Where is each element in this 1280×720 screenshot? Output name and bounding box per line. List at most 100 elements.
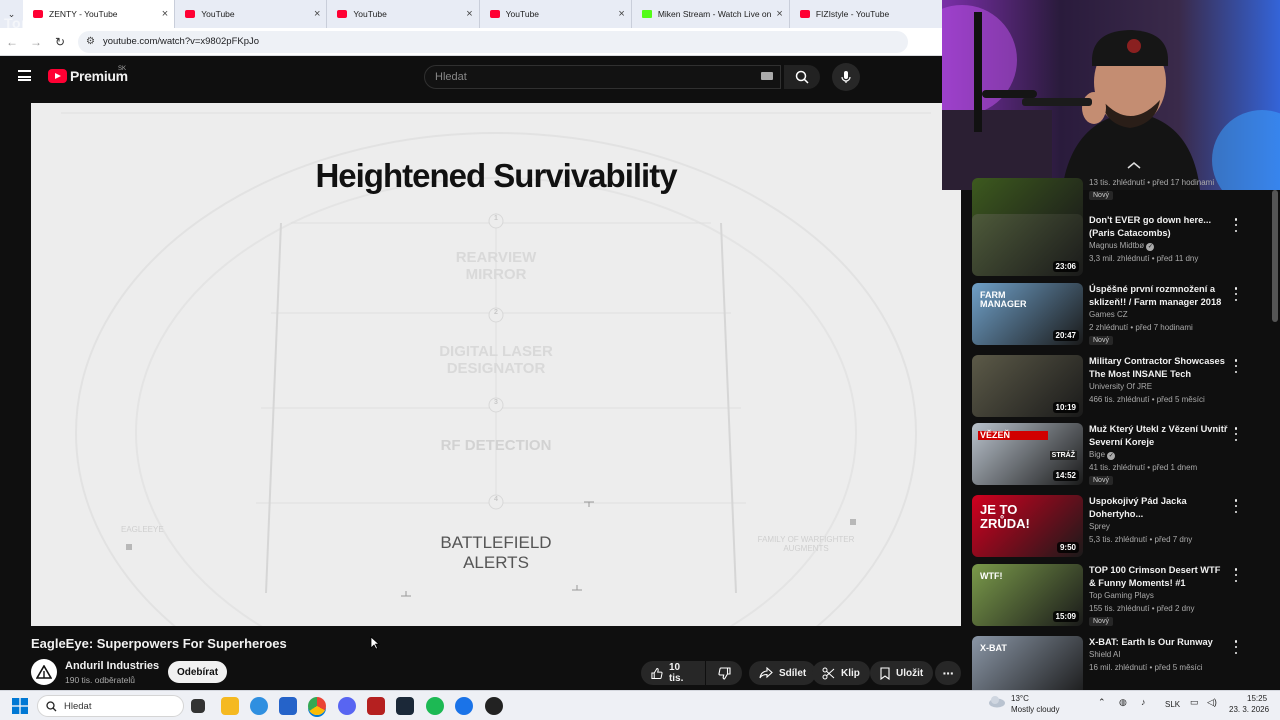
more-options-icon[interactable] [1230,359,1242,373]
display-icon[interactable]: ▭ [1190,697,1199,708]
close-icon[interactable]: × [162,8,168,20]
recommendation-item[interactable]: 23:06 Don't EVER go down here... (Paris C… [972,214,1272,278]
tab-bar: ⌄ ZENTY - YouTube × YouTube × YouTube × You… [0,0,942,28]
url-text: youtube.com/watch?v=x9802pFKpJo [102,36,260,47]
video-thumbnail[interactable]: 23:06 [972,214,1083,276]
site-info-icon[interactable]: ⚙ [86,36,95,47]
save-button[interactable]: Uložit [870,661,934,685]
recommendation-title[interactable]: Military Contractor Showcases The Most I… [1089,355,1229,382]
back-icon[interactable]: ← [0,35,24,49]
sidebar-scrollbar[interactable] [1272,190,1278,322]
recommendation-channel[interactable]: Sprey [1089,522,1110,531]
menu-icon[interactable] [18,70,31,81]
forward-icon[interactable]: → [24,35,48,49]
video-player[interactable]: Heightened Survivability 1 2 3 4 REARVIE… [31,103,961,626]
recommendation-title[interactable]: Muž Který Utekl z Vězení Uvnitř Severní … [1089,423,1229,449]
task-view-icon[interactable] [191,699,205,713]
keyboard-icon[interactable] [761,72,773,80]
recommendation-item[interactable]: 10:19 Military Contractor Showcases The M… [972,355,1272,419]
close-icon[interactable]: × [314,8,320,20]
store-icon[interactable] [279,697,297,715]
recommendation-title[interactable]: Úspěšné první rozmnožení a sklizeň!! / F… [1089,283,1229,309]
channel-name[interactable]: Anduril Industries [65,660,159,672]
chrome-icon[interactable] [308,697,326,715]
thumbs-down-icon [717,666,731,680]
network-icon[interactable]: ◍ [1119,697,1127,708]
more-options-icon[interactable] [1230,427,1242,441]
address-bar: ← → ↻ ⚙ youtube.com/watch?v=x9802pFKpJo [0,28,942,56]
taskbar-search[interactable]: Hledat [37,695,184,717]
clock-time[interactable]: 15:25 [1247,694,1267,703]
scissors-icon [822,667,835,679]
channel-avatar[interactable] [31,659,57,685]
windows-start-icon[interactable] [12,698,28,714]
volume-icon[interactable]: ◁) [1207,697,1217,708]
share-label: Sdílet [779,667,807,679]
tab-1[interactable]: YouTube × [175,0,328,28]
recommendation-channel[interactable]: Bige ✓ [1089,450,1116,460]
recommendation-title[interactable]: Uspokojivý Pád Jacka Dohertyho... [1089,495,1229,521]
recommendation-item[interactable]: WTF! 15:09 TOP 100 Crimson Desert WTF & Fu… [972,564,1272,628]
more-options-icon[interactable] [1230,499,1242,513]
chevron-up-icon[interactable]: ⌃ [1098,697,1106,708]
obs-icon[interactable] [485,697,503,715]
voice-search-button[interactable] [832,63,860,91]
url-field[interactable]: ⚙ youtube.com/watch?v=x9802pFKpJo [78,30,908,53]
recommendation-meta: 41 tis. zhlédnutí • před 1 dnem [1089,463,1198,472]
recommendation-title[interactable]: X-BAT: Earth Is Our Runway [1089,636,1229,649]
microphone-icon[interactable]: ♪ [1141,697,1146,707]
recommendation-item[interactable]: JE TO ZRŮDA! 9:50 Uspokojivý Pád Jacka Doh… [972,495,1272,559]
close-icon[interactable]: × [776,8,782,20]
channel-name: Games CZ [1089,310,1128,319]
tab-2[interactable]: YouTube × [327,0,480,28]
feature-label: DIGITAL LASER DESIGNATOR [439,343,553,377]
share-button[interactable]: Sdílet [749,661,817,685]
recommendation-channel[interactable]: Magnus Midtbø ✓ [1089,241,1155,251]
reload-icon[interactable]: ↻ [48,35,72,49]
recommendation-title[interactable]: TOP 100 Crimson Desert WTF & Funny Momen… [1089,564,1229,590]
more-options-icon[interactable] [1230,218,1242,232]
recommendation-channel[interactable]: Games CZ [1089,310,1128,319]
dislike-button[interactable] [706,661,742,685]
clip-button[interactable]: Klip [812,661,870,685]
video-thumbnail[interactable]: VĚZEŇ STRÁŽ 14:52 [972,423,1083,485]
video-thumbnail[interactable]: FARM MANAGER 20:47 [972,283,1083,345]
discord-icon[interactable] [338,697,356,715]
recommendation-channel[interactable]: Shield AI [1089,650,1121,659]
close-icon[interactable]: × [618,8,624,20]
video-thumbnail[interactable]: WTF! 15:09 [972,564,1083,626]
verified-icon: ✓ [1146,243,1155,251]
file-explorer-icon[interactable] [221,697,239,715]
subscribe-button[interactable]: Odebírat [168,661,227,683]
more-options-icon[interactable] [1230,287,1242,301]
steam-icon[interactable] [396,697,414,715]
clock-date[interactable]: 23. 3. 2026 [1229,705,1269,714]
recommendation-item[interactable]: FARM MANAGER 20:47 Úspěšné první rozmnožen… [972,283,1272,347]
like-button[interactable]: 10 tis. [641,661,705,685]
more-options-icon[interactable] [1230,640,1242,654]
video-thumbnail[interactable]: X-BAT [972,636,1083,698]
tab-4[interactable]: Miken Stream - Watch Live on Kick× [632,0,790,28]
search-input[interactable]: Hledat [424,65,781,89]
recommendation-item[interactable]: VĚZEŇ STRÁŽ 14:52 Muž Který Utekl z Vězení … [972,423,1272,487]
app-icon[interactable] [455,697,473,715]
search-button[interactable] [784,65,820,89]
recommendation-title[interactable]: Don't EVER go down here... (Paris Cataco… [1089,214,1229,240]
youtube-logo[interactable]: Premium SK [48,66,128,84]
recommendation-channel[interactable]: University Of JRE [1089,382,1152,391]
edge-icon[interactable] [250,697,268,715]
app-icon[interactable] [367,697,385,715]
thumbnail-text: WTF! [980,571,1003,581]
video-thumbnail[interactable]: JE TO ZRŮDA! 9:50 [972,495,1083,557]
language-indicator[interactable]: SLK [1165,700,1180,709]
spotify-icon[interactable] [426,697,444,715]
tab-5[interactable]: FIZIstyle - YouTube [790,0,942,28]
item-number: 3 [494,399,498,406]
webcam-overlay [942,0,1280,190]
more-options-icon[interactable] [1230,568,1242,582]
close-icon[interactable]: × [466,8,472,20]
tab-3[interactable]: YouTube × [480,0,632,28]
video-thumbnail[interactable]: 10:19 [972,355,1083,417]
recommendation-channel[interactable]: Top Gaming Plays [1089,591,1154,600]
more-actions-button[interactable]: ··· [935,661,961,685]
